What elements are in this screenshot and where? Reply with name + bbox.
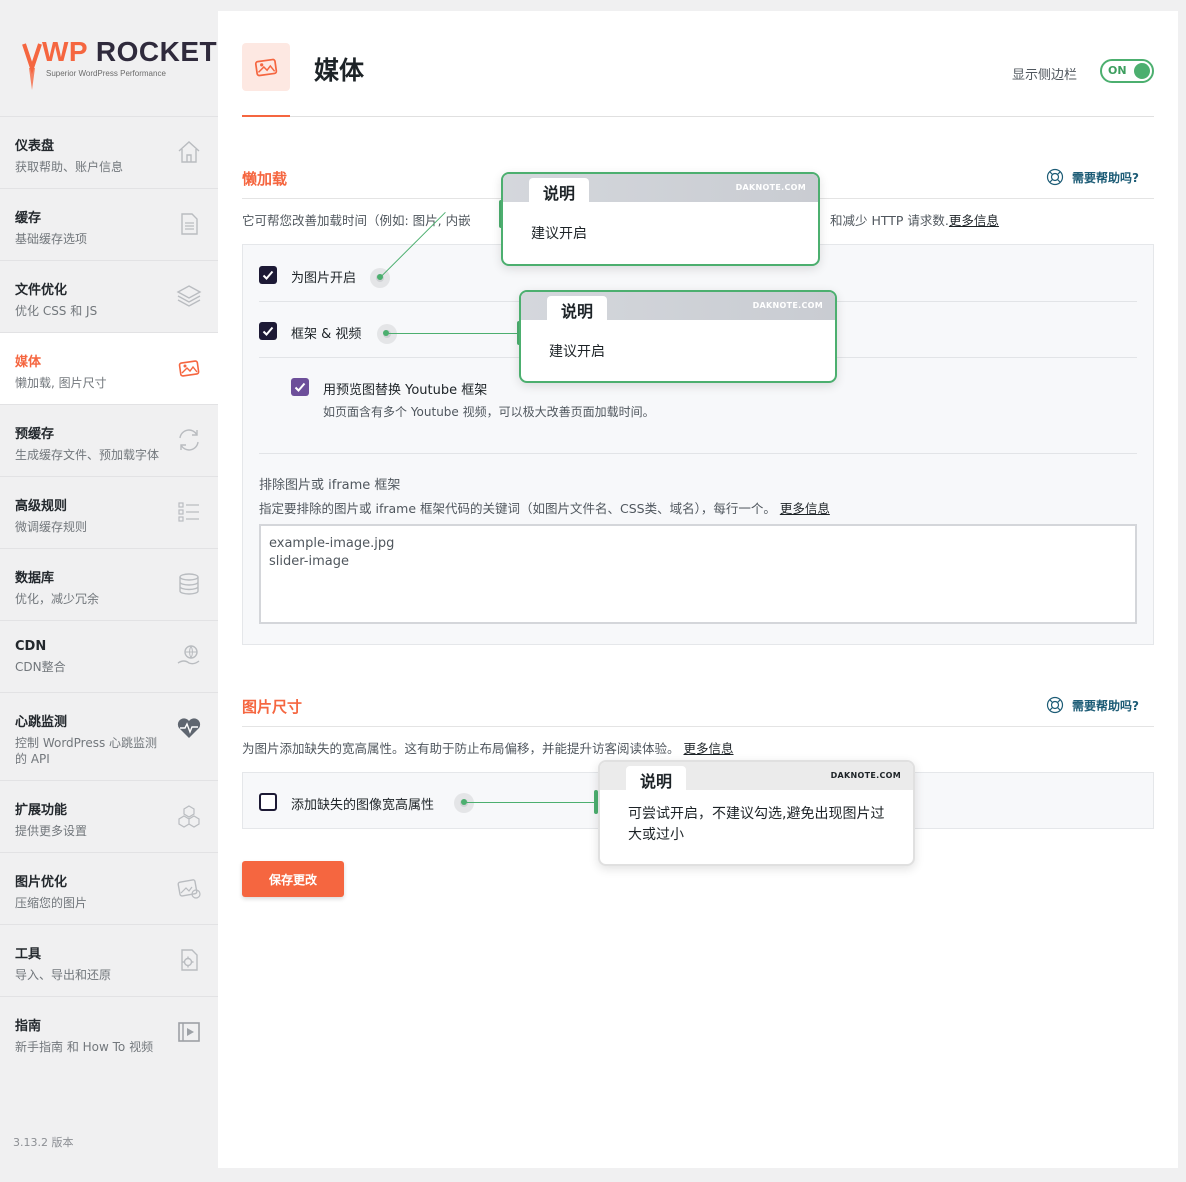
dimensions-section-title: 图片尺寸 bbox=[242, 698, 303, 716]
exclude-more-link[interactable]: 更多信息 bbox=[780, 501, 830, 516]
callout-tab: 说明 bbox=[626, 766, 687, 792]
youtube-preview-description: 如页面含有多个 Youtube 视频，可以极大改善页面加载时间。 bbox=[323, 405, 655, 419]
home-icon bbox=[176, 139, 202, 165]
connector-line bbox=[386, 333, 518, 334]
sidebar-item-tutorials[interactable]: 指南 新手指南 和 How To 视频 bbox=[0, 996, 218, 1068]
header-divider bbox=[242, 116, 1154, 117]
show-sidebar-toggle[interactable]: ON bbox=[1100, 59, 1154, 83]
lifebuoy-icon bbox=[1046, 696, 1064, 714]
sidebar-item-cdn[interactable]: CDN CDN整合 bbox=[0, 620, 218, 692]
sidebar-item-cache[interactable]: 缓存 基础缓存选项 bbox=[0, 188, 218, 260]
wp-rocket-logo[interactable]: WP ROCKET Superior WordPress Performance bbox=[22, 36, 217, 92]
lifebuoy-icon bbox=[1046, 168, 1064, 186]
cubes-icon bbox=[176, 803, 202, 829]
section-divider bbox=[242, 726, 1154, 727]
image-dimensions-checkbox[interactable] bbox=[259, 793, 277, 811]
annotation-callout: 说明 DAKNOTE.COM 建议开启 bbox=[519, 290, 837, 383]
sidebar: WP ROCKET Superior WordPress Performance… bbox=[0, 0, 218, 1182]
logo-text: WP ROCKET bbox=[42, 36, 218, 67]
sidebar-item-advanced-rules[interactable]: 高级规则 微调缓存规则 bbox=[0, 476, 218, 548]
toggle-knob bbox=[1134, 63, 1150, 79]
callout-body: 建议开启 bbox=[549, 344, 605, 360]
lazyload-images-label: 为图片开启 bbox=[291, 271, 357, 286]
callout-brand: DAKNOTE.COM bbox=[735, 183, 806, 192]
sidebar-item-file-optimization[interactable]: 文件优化 优化 CSS 和 JS bbox=[0, 260, 218, 332]
youtube-preview-label: 用预览图替换 Youtube 框架 bbox=[323, 383, 488, 398]
video-icon bbox=[176, 1019, 202, 1045]
image-optimize-icon bbox=[176, 875, 202, 901]
callout-brand: DAKNOTE.COM bbox=[752, 301, 823, 310]
connector-line bbox=[464, 802, 596, 803]
heartbeat-icon bbox=[176, 715, 202, 741]
image-dimensions-label: 添加缺失的图像宽高属性 bbox=[291, 798, 435, 813]
exclude-field-title: 排除图片或 iframe 框架 bbox=[259, 478, 401, 493]
tools-icon bbox=[176, 947, 202, 973]
callout-body: 可尝试开启，不建议勾选,避免出现图片过大或过小 bbox=[628, 806, 885, 843]
dimensions-more-link[interactable]: 更多信息 bbox=[684, 741, 734, 756]
sidebar-item-dashboard[interactable]: 仪表盘 获取帮助、账户信息 bbox=[0, 116, 218, 188]
images-icon bbox=[176, 355, 202, 381]
sidebar-item-tools[interactable]: 工具 导入、导出和还原 bbox=[0, 924, 218, 996]
sidebar-item-preload[interactable]: 预缓存 生成缓存文件、预加载字体 bbox=[0, 404, 218, 476]
dimensions-description: 为图片添加缺失的宽高属性。这有助于防止布局偏移，并能提升访客阅读体验。 更多信息 bbox=[242, 741, 734, 756]
page-title: 媒体 bbox=[314, 56, 365, 85]
file-icon bbox=[176, 211, 202, 237]
row-divider bbox=[259, 453, 1137, 454]
version-text: 3.13.2 版本 bbox=[13, 1136, 74, 1149]
show-sidebar-label: 显示侧边栏 bbox=[1012, 68, 1078, 83]
sidebar-item-image-optimization[interactable]: 图片优化 压缩您的图片 bbox=[0, 852, 218, 924]
logo-tagline: Superior WordPress Performance bbox=[46, 69, 166, 78]
callout-tab: 说明 bbox=[529, 178, 590, 204]
refresh-icon bbox=[176, 427, 202, 453]
dimensions-help-link[interactable]: 需要帮助吗? bbox=[1046, 696, 1139, 714]
lazyload-section-title: 懒加载 bbox=[242, 170, 288, 188]
sidebar-item-heartbeat[interactable]: 心跳监测 控制 WordPress 心跳监测的 API bbox=[0, 692, 218, 780]
lazyload-description-end: 和减少 HTTP 请求数.更多信息 bbox=[830, 213, 999, 228]
header-accent bbox=[242, 115, 290, 117]
sidebar-item-addons[interactable]: 扩展功能 提供更多设置 bbox=[0, 780, 218, 852]
list-icon bbox=[176, 499, 202, 525]
lazyload-iframes-label: 框架 & 视频 bbox=[291, 327, 362, 342]
lazyload-more-link[interactable]: 更多信息 bbox=[949, 213, 999, 228]
sidebar-item-media[interactable]: 媒体 懒加载, 图片尺寸 bbox=[0, 332, 218, 404]
globe-hand-icon bbox=[176, 643, 202, 669]
exclude-field-description: 指定要排除的图片或 iframe 框架代码的关键词（如图片文件名、CSS类、域名… bbox=[259, 501, 830, 516]
callout-body: 建议开启 bbox=[531, 226, 587, 242]
database-icon bbox=[176, 571, 202, 597]
callout-brand: DAKNOTE.COM bbox=[830, 771, 901, 780]
lazyload-iframes-checkbox[interactable] bbox=[259, 322, 277, 340]
callout-tab: 说明 bbox=[547, 296, 608, 322]
media-page-icon bbox=[242, 43, 290, 91]
annotation-callout: 说明 DAKNOTE.COM 可尝试开启，不建议勾选,避免出现图片过大或过小 bbox=[598, 760, 915, 866]
layers-icon bbox=[176, 283, 202, 309]
exclude-keywords-textarea[interactable]: example-image.jpg slider-image bbox=[259, 524, 1137, 624]
sidebar-item-database[interactable]: 数据库 优化，减少冗余 bbox=[0, 548, 218, 620]
toggle-state: ON bbox=[1108, 64, 1127, 77]
sidebar-nav: 仪表盘 获取帮助、账户信息 缓存 基础缓存选项 文件优化 优化 CSS 和 JS… bbox=[0, 116, 218, 1068]
save-changes-button[interactable]: 保存更改 bbox=[242, 861, 344, 897]
lazyload-help-link[interactable]: 需要帮助吗? bbox=[1046, 168, 1139, 186]
annotation-callout: 说明 DAKNOTE.COM 建议开启 bbox=[501, 172, 820, 266]
youtube-preview-checkbox[interactable] bbox=[291, 378, 309, 396]
lazyload-images-checkbox[interactable] bbox=[259, 266, 277, 284]
rocket-icon bbox=[22, 43, 42, 90]
